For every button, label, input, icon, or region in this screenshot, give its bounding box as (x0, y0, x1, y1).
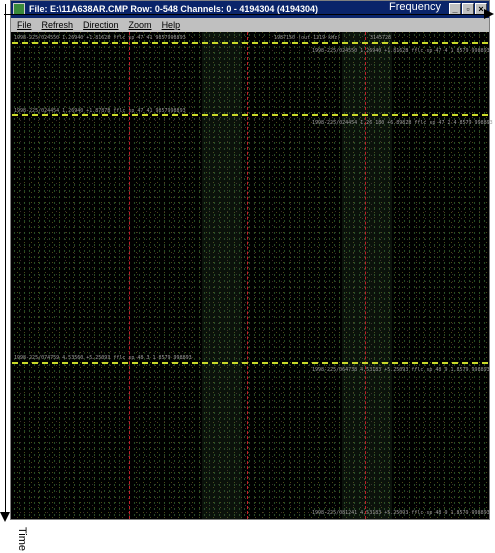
timestamp-label: 1998-225/024550 1.26940 +1.8162B fflc sp… (312, 48, 490, 54)
waterfall-plot[interactable]: 1998-225/024550 1.26940 +1.8162B fflc sp… (12, 32, 493, 519)
segment-divider (12, 362, 488, 364)
timestamp-label: 1998-225/024550 1.26940 +1.8162B fflc sp… (14, 35, 186, 41)
segment-divider (12, 42, 488, 44)
frequency-range-label: 1987150 (out 1219 kHz) (274, 35, 341, 41)
menu-refresh[interactable]: Refresh (42, 18, 74, 32)
channel-marker-line (247, 32, 248, 519)
channel-marker-line (365, 32, 366, 519)
channel-marker-line (129, 32, 130, 519)
bright-band (342, 32, 392, 519)
timestamp-label: 1998-225/064738 4.53183 +5.25093 fflc sp… (312, 367, 490, 373)
frequency-axis-label: Frequency (387, 1, 443, 13)
menu-direction[interactable]: Direction (83, 18, 119, 32)
timestamp-label: 1998-225/081241 4.53183 +5.25093 fflc sp… (312, 510, 490, 516)
bright-band (202, 32, 242, 519)
segment-divider (12, 114, 488, 116)
menu-zoom[interactable]: Zoom (129, 18, 152, 32)
waterfall-window: File: E:\11A638AR.CMP Row: 0-548 Channel… (10, 0, 493, 520)
time-axis-label: Time (16, 527, 28, 552)
time-axis (5, 4, 6, 514)
channel-count-label: 3145728 (370, 35, 392, 41)
timestamp-label: 1998-225/024454 1.26 180 +6.8982B fflc s… (312, 120, 493, 126)
frequency-axis (4, 14, 488, 15)
timestamp-label: 1998-225/024454 1.26940 +1.8787B fflc sp… (14, 108, 186, 114)
menu-help[interactable]: Help (162, 18, 181, 32)
time-arrow-icon (0, 512, 10, 522)
window-title: File: E:\11A638AR.CMP Row: 0-548 Channel… (29, 4, 318, 14)
frequency-arrow-icon (484, 9, 494, 19)
timestamp-label: 1998-225/074759 4.53560 +5.25093 fflc sp… (14, 355, 192, 361)
menu-file[interactable]: File (17, 18, 32, 32)
menu-bar: File Refresh Direction Zoom Help (11, 18, 489, 32)
